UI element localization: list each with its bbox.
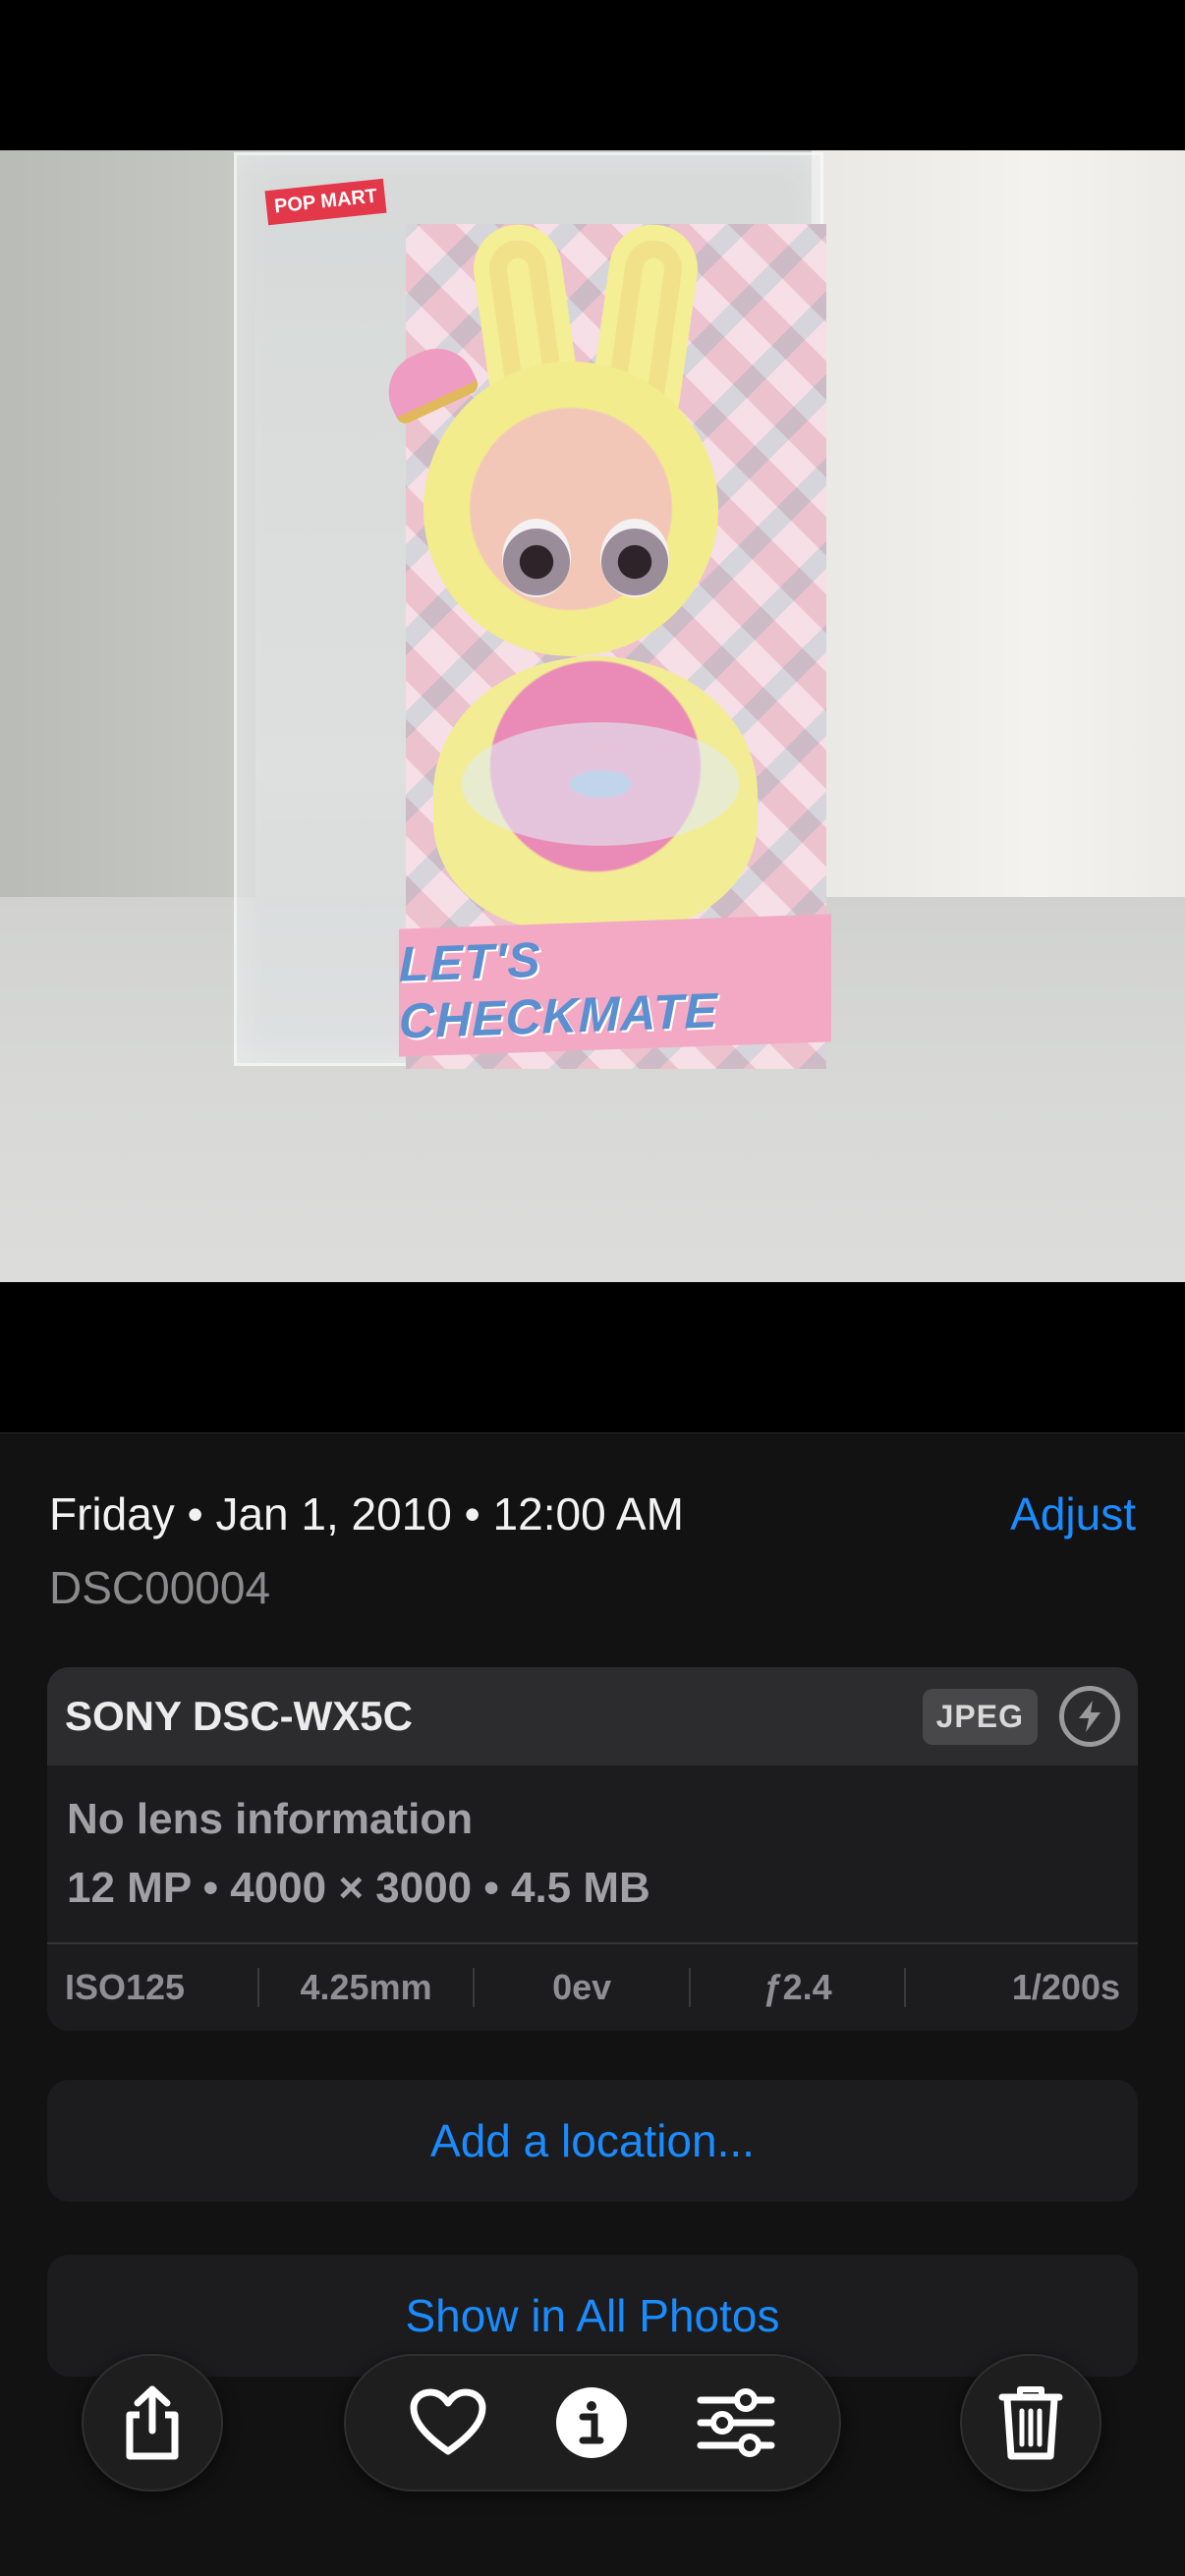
photo-filename: DSC00004 [49,1562,271,1613]
image-details: 12 MP • 4000 × 3000 • 4.5 MB [67,1864,650,1912]
date-row: Friday • Jan 1, 2010 • 12:00 AM Adjust [49,1484,1136,1543]
spec-aperture: ƒ2.4 [691,1968,907,2007]
photo-viewer-screen: POP MART LET'S CHECKMATE Friday • Jan 1,… [0,0,1185,2576]
add-location-button[interactable]: Add a location... [47,2080,1138,2202]
delete-button[interactable] [960,2354,1101,2492]
share-button[interactable] [82,2354,223,2492]
lens-info: No lens information [67,1795,474,1843]
brand-label: POP MART [264,178,387,226]
trash-icon [998,2386,1063,2460]
bottom-toolbar [0,2348,1185,2495]
photo-date: Friday • Jan 1, 2010 • 12:00 AM [49,1488,684,1540]
spec-shutter: 1/200s [1011,1967,1120,2007]
edit-button[interactable] [697,2388,775,2457]
format-badge: JPEG [922,1688,1038,1745]
info-icon [556,2387,627,2458]
heart-icon [410,2388,486,2455]
share-icon [126,2385,179,2460]
photo-wall-left [0,150,255,907]
figure-ribbon [423,705,777,863]
figure-eye-left [502,519,571,597]
photo-image[interactable]: POP MART LET'S CHECKMATE [0,150,1185,1282]
spec-iso: ISO125 [47,1968,259,2007]
toolbar-group [344,2354,841,2492]
exif-header: SONY DSC-WX5C JPEG [47,1667,1138,1765]
toy-box: POP MART LET'S CHECKMATE [234,152,831,1069]
spec-exposure: 0ev [475,1968,691,2007]
lens-section: No lens information 12 MP • 4000 × 3000 … [47,1765,1138,1944]
camera-model: SONY DSC-WX5C [65,1693,413,1739]
photo-wall-right [812,150,1185,917]
adjust-button[interactable]: Adjust [1010,1487,1136,1540]
flash-icon [1059,1686,1120,1747]
box-title: LET'S CHECKMATE [399,914,831,1057]
spec-focal-length: 4.25mm [259,1968,476,2007]
info-button[interactable] [555,2386,628,2459]
figure-eye-right [600,519,669,597]
favorite-button[interactable] [410,2388,486,2457]
exif-card: SONY DSC-WX5C JPEG No lens information 1… [47,1667,1138,2031]
exif-header-badges: JPEG [922,1686,1120,1747]
exposure-specs: ISO125 4.25mm 0ev ƒ2.4 1/200s [47,1944,1138,2031]
sliders-icon [697,2388,775,2457]
figure-head [423,362,718,656]
